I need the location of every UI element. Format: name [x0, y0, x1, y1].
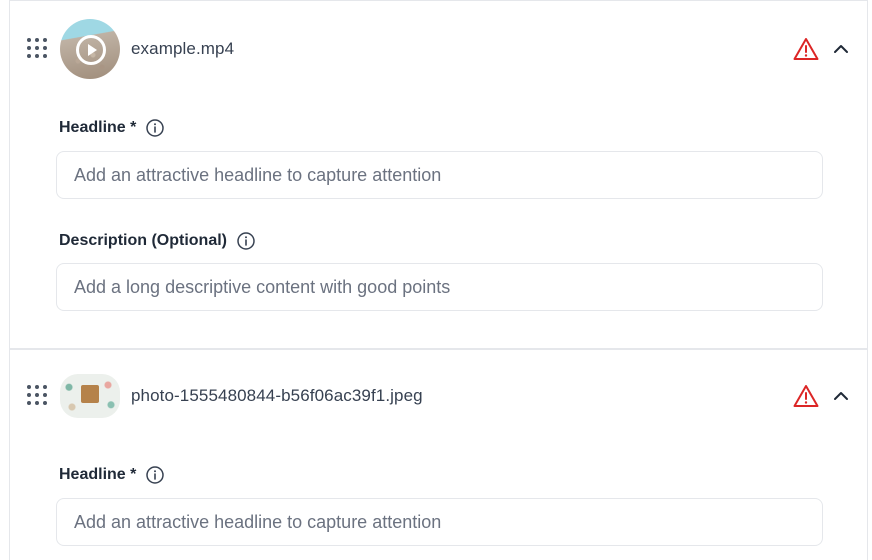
description-label: Description (Optional) [59, 232, 255, 250]
video-thumbnail [60, 19, 120, 79]
warning-icon [793, 385, 819, 407]
warning-icon [793, 38, 819, 60]
drag-handle-icon[interactable] [27, 38, 49, 60]
headline-label: Headline * [59, 119, 165, 137]
headline-label-text: Headline * [59, 119, 137, 136]
info-icon[interactable] [237, 232, 255, 250]
headline-input[interactable] [56, 498, 823, 546]
headline-input[interactable] [56, 151, 823, 199]
info-icon[interactable] [146, 119, 165, 137]
media-item-header[interactable]: example.mp4 [10, 19, 867, 79]
description-label-text: Description (Optional) [59, 232, 227, 249]
media-item-header[interactable]: photo-1555480844-b56f06ac39f1.jpeg [10, 366, 867, 426]
headline-label-text: Headline * [59, 466, 137, 483]
chevron-up-icon[interactable] [832, 387, 850, 405]
headline-label: Headline * [59, 466, 165, 484]
description-input[interactable] [56, 263, 823, 311]
file-name: photo-1555480844-b56f06ac39f1.jpeg [131, 386, 423, 405]
item-divider [10, 348, 867, 350]
media-items-panel: example.mp4 Headline * Description (Opti… [9, 0, 868, 560]
play-icon [76, 35, 106, 65]
image-thumbnail [60, 374, 120, 418]
file-name: example.mp4 [131, 39, 235, 58]
chevron-up-icon[interactable] [832, 40, 850, 58]
drag-handle-icon[interactable] [27, 385, 49, 407]
info-icon[interactable] [146, 466, 165, 484]
